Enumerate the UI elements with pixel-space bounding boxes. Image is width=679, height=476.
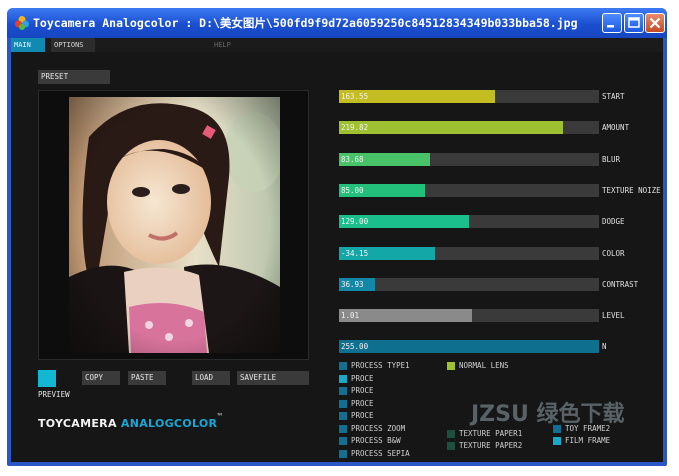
minimize-button[interactable]: [602, 13, 622, 33]
watermark-text: JZSU 绿色下载: [471, 402, 625, 427]
menu-main[interactable]: MAIN: [11, 38, 45, 52]
menu-options[interactable]: OPTIONS: [51, 38, 95, 52]
option-label: PROCESS ZOOM: [351, 424, 406, 433]
option-checkbox[interactable]: [339, 375, 347, 383]
option-checkbox[interactable]: [339, 400, 347, 408]
slider-value: 129.00: [341, 217, 369, 226]
paste-button[interactable]: PASTE: [128, 371, 166, 385]
option-checkbox[interactable]: [339, 450, 347, 458]
slider-label: BLUR: [602, 155, 621, 164]
option-label: NORMAL LENS: [459, 361, 509, 370]
slider-value: 219.82: [341, 123, 369, 132]
option-label: TEXTURE PAPER1: [459, 429, 523, 438]
slider-value: 85.00: [341, 186, 364, 195]
option-label: PROCE: [351, 411, 374, 420]
preset-button[interactable]: PRESET: [38, 70, 110, 84]
option-label: PROCESS SEPIA: [351, 449, 410, 458]
preview-label: PREVIEW: [38, 390, 70, 399]
maximize-button[interactable]: [624, 13, 644, 33]
slider-color[interactable]: -34.15: [339, 247, 599, 260]
option-label: FILM FRAME: [565, 436, 611, 445]
savefile-button[interactable]: SAVEFILE: [237, 371, 309, 385]
option-checkbox[interactable]: [339, 437, 347, 445]
slider-label: COLOR: [602, 249, 625, 258]
maximize-icon: [628, 17, 640, 28]
logo-text-toycamera: TOYCAMERA: [38, 417, 121, 430]
option-checkbox[interactable]: [339, 387, 347, 395]
option-checkbox[interactable]: [447, 362, 455, 370]
trademark-mark: ™: [217, 412, 223, 421]
option-checkbox[interactable]: [339, 412, 347, 420]
option-checkbox[interactable]: [447, 430, 455, 438]
window-title: Toycamera Analogcolor : D:\美女图片\500fd9f9…: [33, 16, 578, 30]
slider-contrast[interactable]: 36.93: [339, 278, 599, 291]
app-flower-icon: [15, 16, 29, 30]
preview-toggle[interactable]: [38, 370, 56, 387]
option-label: PROCE: [351, 374, 374, 383]
copy-button[interactable]: COPY: [82, 371, 120, 385]
option-label: TEXTURE PAPER2: [459, 441, 523, 450]
slider-texture-noize[interactable]: 85.00: [339, 184, 599, 197]
app-logo: TOYCAMERA ANALOGCOLOR™: [38, 412, 222, 431]
image-preview-panel: [38, 90, 309, 360]
slider-label: LEVEL: [602, 311, 625, 320]
title-bar[interactable]: Toycamera Analogcolor : D:\美女图片\500fd9f9…: [7, 8, 667, 38]
menu-help[interactable]: HELP: [211, 38, 241, 52]
slider-level[interactable]: 1.01: [339, 309, 599, 322]
slider-label: START: [602, 92, 625, 101]
slider-start[interactable]: 163.55: [339, 90, 599, 103]
slider-label: AMOUNT: [602, 123, 630, 132]
minimize-icon: [607, 25, 614, 28]
logo-text-analogcolor: ANALOGCOLOR: [120, 417, 218, 430]
slider-label: TEXTURE NOIZE: [602, 186, 661, 195]
slider-value: 83.68: [341, 155, 364, 164]
slider-label: N: [602, 342, 607, 351]
option-label: PROCESS TYPE1: [351, 361, 410, 370]
slider-fill: [339, 340, 599, 353]
option-checkbox[interactable]: [447, 442, 455, 450]
slider-value: 36.93: [341, 280, 364, 289]
preview-photo[interactable]: [69, 97, 280, 353]
option-label: PROCESS B&W: [351, 436, 401, 445]
slider-label: DODGE: [602, 217, 625, 226]
slider-blur[interactable]: 83.68: [339, 153, 599, 166]
menu-bar: MAIN OPTIONS HELP: [11, 38, 663, 52]
option-checkbox[interactable]: [339, 362, 347, 370]
load-button[interactable]: LOAD: [192, 371, 230, 385]
slider-label: CONTRAST: [602, 280, 639, 289]
app-window: Toycamera Analogcolor : D:\美女图片\500fd9f9…: [7, 8, 667, 466]
option-checkbox[interactable]: [553, 437, 561, 445]
close-icon: [649, 17, 661, 29]
app-client-area: MAIN OPTIONS HELP PRESET PREVIEW COPY PA…: [11, 38, 663, 462]
slider-value: 1.01: [341, 311, 360, 320]
slider-value: -34.15: [341, 249, 369, 258]
slider-value: 163.55: [341, 92, 369, 101]
slider-value: 255.00: [341, 342, 369, 351]
slider-fill: [339, 121, 563, 134]
option-label: PROCE: [351, 399, 374, 408]
option-label: PROCE: [351, 386, 374, 395]
slider-amount[interactable]: 219.82: [339, 121, 599, 134]
slider-dodge[interactable]: 129.00: [339, 215, 599, 228]
slider-n[interactable]: 255.00: [339, 340, 599, 353]
close-button[interactable]: [645, 13, 665, 33]
option-checkbox[interactable]: [339, 425, 347, 433]
